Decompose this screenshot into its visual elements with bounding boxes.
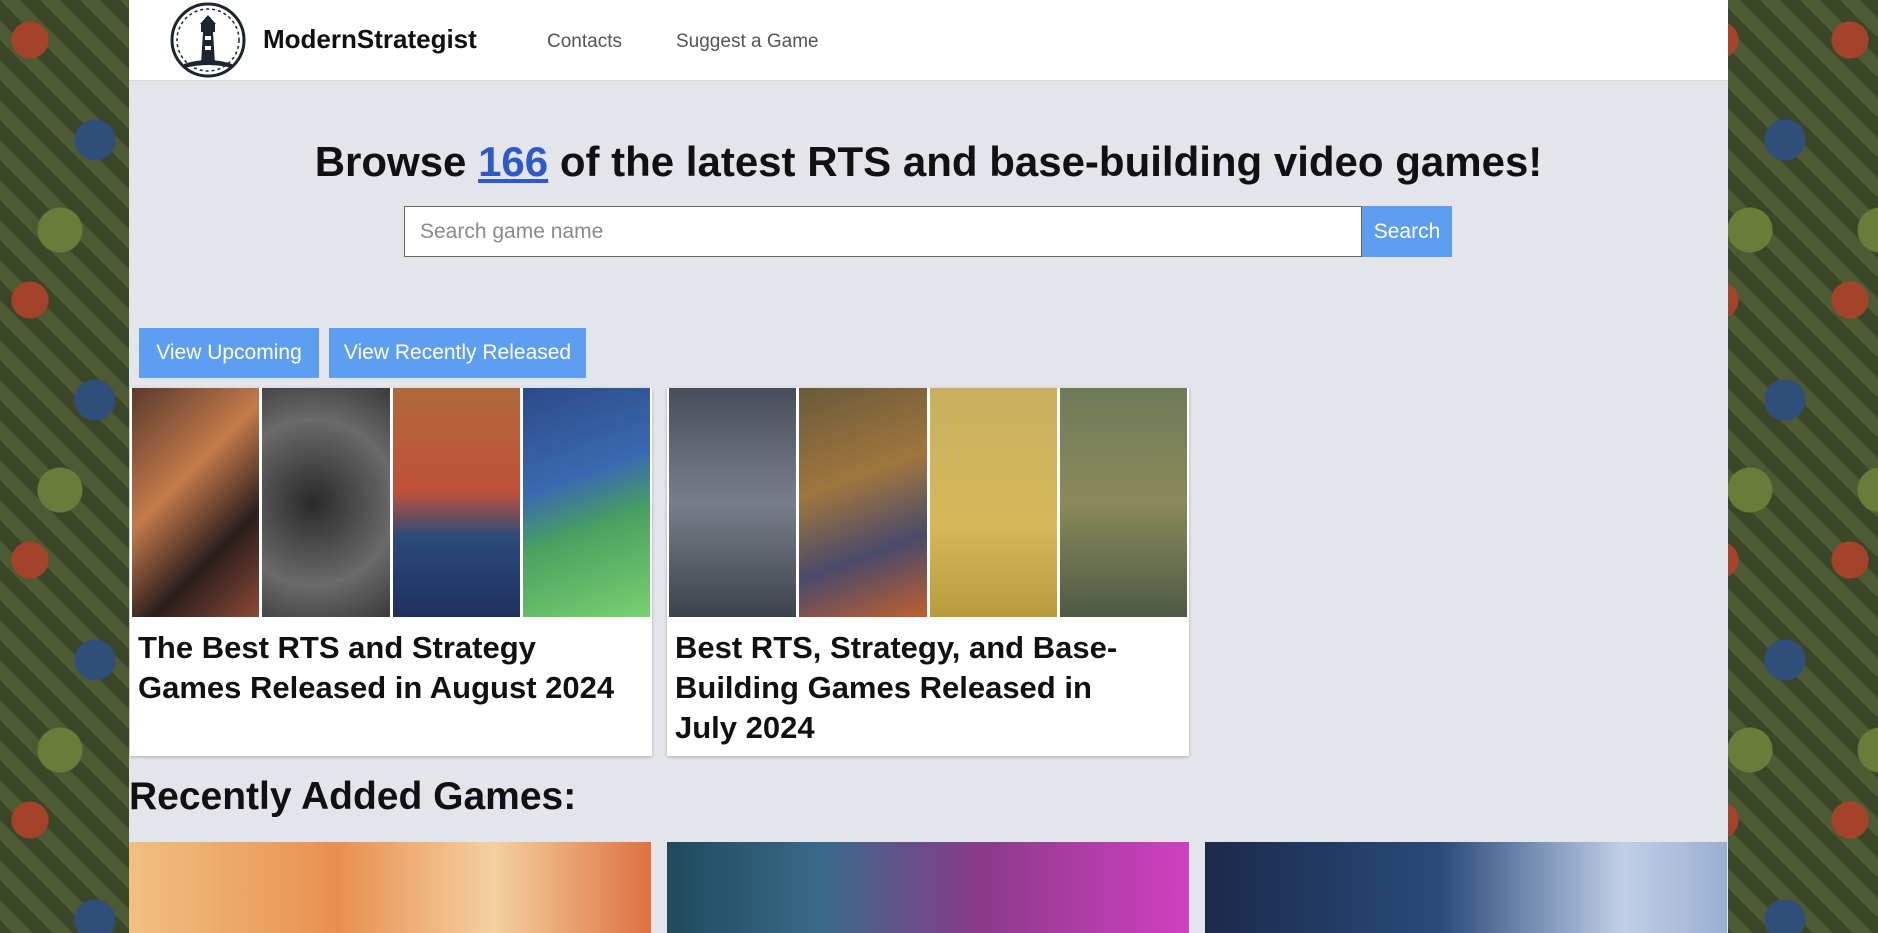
game-tile[interactable] <box>129 842 651 933</box>
castle-wall-thumbnail <box>669 388 797 617</box>
crater-terrain-thumbnail <box>262 388 390 617</box>
recently-added-heading: Recently Added Games: <box>129 775 577 818</box>
desert-army-thumbnail <box>929 388 1057 617</box>
article-card[interactable]: Best RTS, Strategy, and Base-Building Ga… <box>667 388 1189 756</box>
article-thumbnails <box>132 388 650 617</box>
game-count-link[interactable]: 166 <box>478 138 548 185</box>
island-base-thumbnail <box>392 388 520 617</box>
lighthouse-logo-icon[interactable] <box>170 2 246 78</box>
hero-title: Browse 166 of the latest RTS and base-bu… <box>129 138 1728 186</box>
article-thumbnails <box>669 388 1187 617</box>
navbar: ModernStrategist Contacts Suggest a Game <box>129 0 1728 81</box>
world-map-thumbnail <box>1059 388 1187 617</box>
voxel-base-thumbnail <box>522 388 650 617</box>
hero-title-suffix: of the latest RTS and base-building vide… <box>548 138 1543 185</box>
game-tile[interactable] <box>1205 842 1727 933</box>
mech-battle-thumbnail <box>799 388 927 617</box>
nav-suggest-game-link[interactable]: Suggest a Game <box>676 31 819 53</box>
brand-name[interactable]: ModernStrategist <box>263 24 477 55</box>
space-battle-thumbnail <box>132 388 260 617</box>
view-recently-released-button[interactable]: View Recently Released <box>329 328 586 378</box>
article-title[interactable]: Best RTS, Strategy, and Base-Building Ga… <box>675 628 1155 748</box>
nav-contacts-link[interactable]: Contacts <box>547 31 622 53</box>
page-container: ModernStrategist Contacts Suggest a Game… <box>129 0 1728 933</box>
search-button[interactable]: Search <box>1362 206 1452 257</box>
article-card[interactable]: The Best RTS and Strategy Games Released… <box>130 388 652 756</box>
game-tile[interactable] <box>667 842 1189 933</box>
search-input[interactable] <box>404 206 1362 257</box>
article-title[interactable]: The Best RTS and Strategy Games Released… <box>138 628 618 708</box>
hero-title-prefix: Browse <box>314 138 479 185</box>
view-upcoming-button[interactable]: View Upcoming <box>139 328 319 378</box>
